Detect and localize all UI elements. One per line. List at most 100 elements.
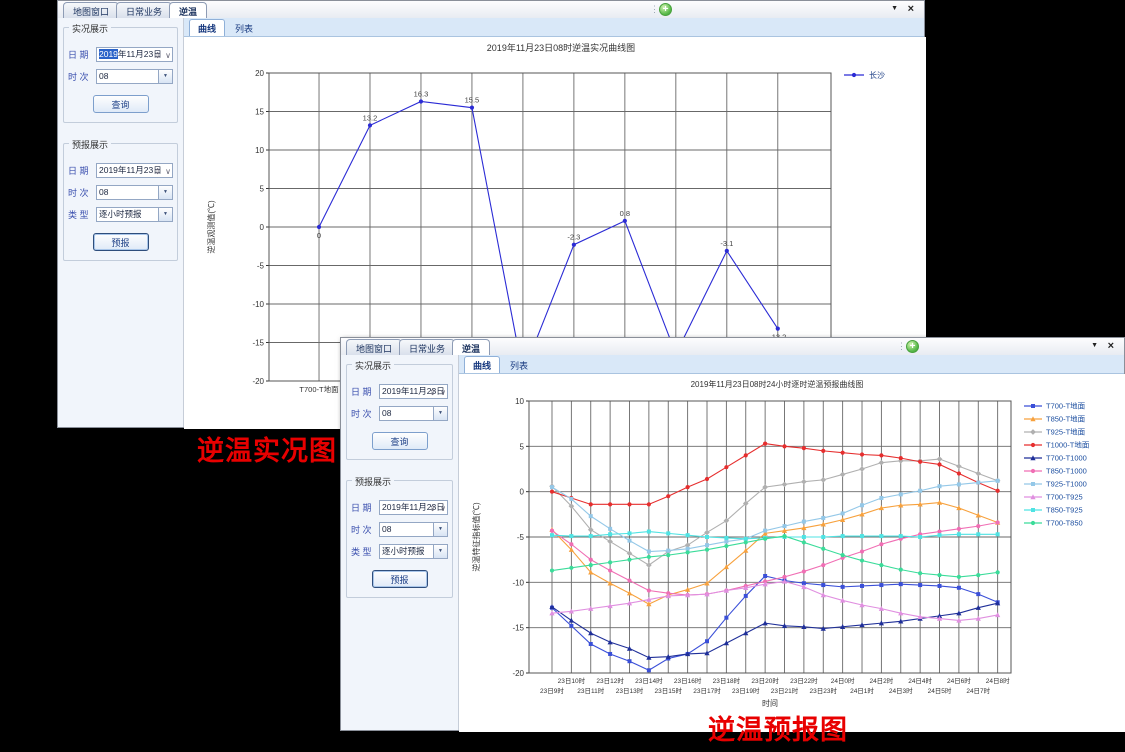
combo-dropdown-icon[interactable]: ▼	[158, 186, 172, 199]
forecast-type-combobox[interactable]: 逐小时预报 ▼	[96, 207, 173, 222]
combo-dropdown-icon[interactable]: ▼	[433, 545, 447, 558]
forecast-button[interactable]: 预报	[93, 233, 149, 251]
svg-text:T850-T1000: T850-T1000	[1046, 467, 1087, 476]
collapse-icon[interactable]: ▼	[891, 5, 898, 12]
forecast-display-group: 预报展示 日 期 2019年11月23日 ⇕ ∨ 时 次 08 ▼	[346, 480, 453, 598]
tab-inversion[interactable]: 逆温	[452, 339, 490, 355]
date-selected-text: 2019	[99, 49, 118, 59]
live-time-combobox[interactable]: 08 ▼	[96, 69, 173, 84]
svg-text:T700-T地面: T700-T地面	[1046, 401, 1086, 411]
tab-daily-business[interactable]: 日常业务	[399, 339, 455, 355]
forecast-main-panel: 曲线 列表 1050-5-10-15-2023日9时23日10时23日11时23…	[459, 355, 1124, 730]
view-tab-bar: 曲线 列表	[459, 355, 1124, 374]
forecast-button[interactable]: 预报	[372, 570, 428, 588]
svg-text:23日15时: 23日15时	[655, 686, 683, 695]
tab-curve[interactable]: 曲线	[189, 19, 225, 36]
combo-dropdown-icon[interactable]: ▼	[433, 407, 447, 420]
tab-inversion[interactable]: 逆温	[169, 2, 207, 18]
svg-text:15: 15	[255, 108, 264, 117]
svg-text:13.2: 13.2	[363, 113, 378, 122]
svg-text:23日23时: 23日23时	[810, 686, 838, 695]
tab-list[interactable]: 列表	[227, 20, 261, 36]
date-spinner-icon[interactable]: ⇕	[154, 49, 161, 62]
query-button[interactable]: 查询	[93, 95, 149, 113]
svg-text:23日16时: 23日16时	[674, 676, 702, 685]
forecast-toolbar: 地图窗口 日常业务 逆温 ⋮ + ▼ ×	[341, 338, 1124, 356]
date-dropdown-icon[interactable]: ∨	[440, 386, 446, 399]
date-dropdown-icon[interactable]: ∨	[165, 165, 171, 178]
drag-handle-icon[interactable]: ⋮	[650, 3, 659, 15]
date-label: 日 期	[68, 164, 96, 177]
live-date-input[interactable]: 2019年11月23日 ⇕ ∨	[96, 47, 173, 62]
drag-handle-icon[interactable]: ⋮	[897, 340, 906, 352]
date-label: 日 期	[351, 501, 379, 514]
combo-dropdown-icon[interactable]: ▼	[433, 523, 447, 536]
svg-text:20: 20	[255, 69, 264, 78]
svg-text:16.3: 16.3	[414, 89, 429, 98]
svg-text:-20: -20	[252, 377, 264, 386]
combo-dropdown-icon[interactable]: ▼	[158, 70, 172, 83]
svg-text:0.8: 0.8	[620, 209, 630, 218]
live-display-group: 实况展示 日 期 2019年11月23日 ⇕ ∨ 时 次 08 ▼	[346, 364, 453, 460]
time-value: 08	[382, 524, 391, 534]
live-time-combobox[interactable]: 08 ▼	[379, 406, 448, 421]
forecast-display-group: 预报展示 日 期 2019年11月23日 ⇕ ∨ 时 次 08 ▼	[63, 143, 178, 261]
forecast-sidebar: 实况展示 日 期 2019年11月23日 ⇕ ∨ 时 次 08 ▼	[341, 355, 459, 730]
close-icon[interactable]: ×	[1108, 339, 1114, 353]
svg-text:24日4时: 24日4时	[908, 676, 932, 685]
close-icon[interactable]: ×	[908, 2, 914, 16]
svg-text:T925-T地面: T925-T地面	[1046, 427, 1086, 437]
forecast-group-title: 预报展示	[352, 475, 394, 488]
forecast-chart-area: 1050-5-10-15-2023日9时23日10时23日11时23日12时23…	[459, 374, 1124, 732]
view-tab-bar: 曲线 列表	[184, 18, 924, 37]
svg-text:-20: -20	[512, 669, 524, 678]
forecast-date-input[interactable]: 2019年11月23日 ⇕ ∨	[379, 500, 448, 515]
svg-text:0: 0	[520, 488, 525, 497]
date-label: 日 期	[68, 48, 96, 61]
svg-text:24日5时: 24日5时	[928, 686, 952, 695]
forecast-time-combobox[interactable]: 08 ▼	[96, 185, 173, 200]
svg-text:23日14时: 23日14时	[635, 676, 663, 685]
time-label: 时 次	[351, 407, 379, 420]
tab-list[interactable]: 列表	[502, 357, 536, 373]
add-tab-icon[interactable]: +	[659, 3, 672, 16]
forecast-time-combobox[interactable]: 08 ▼	[379, 522, 448, 537]
live-group-title: 实况展示	[69, 22, 111, 35]
forecast-type-combobox[interactable]: 逐小时预报 ▼	[379, 544, 448, 559]
svg-text:23日18时: 23日18时	[713, 676, 741, 685]
date-spinner-icon[interactable]: ⇕	[154, 165, 161, 178]
tab-curve[interactable]: 曲线	[464, 356, 500, 373]
date-dropdown-icon[interactable]: ∨	[440, 502, 446, 515]
forecast-curve-chart: 1050-5-10-15-2023日9时23日10时23日11时23日12时23…	[459, 374, 1125, 732]
svg-text:-10: -10	[252, 300, 264, 309]
date-dropdown-icon[interactable]: ∨	[165, 49, 171, 62]
time-label: 时 次	[351, 523, 379, 536]
live-date-input[interactable]: 2019年11月23日 ⇕ ∨	[379, 384, 448, 399]
svg-text:T700-T地面: T700-T地面	[299, 384, 339, 394]
collapse-icon[interactable]: ▼	[1091, 342, 1098, 349]
svg-text:逆温观测值(℃): 逆温观测值(℃)	[206, 200, 216, 254]
svg-text:23日10时: 23日10时	[558, 676, 586, 685]
query-button[interactable]: 查询	[372, 432, 428, 450]
svg-text:15.5: 15.5	[465, 96, 480, 105]
forecast-annotation: 逆温预报图	[708, 708, 848, 747]
combo-dropdown-icon[interactable]: ▼	[158, 208, 172, 221]
svg-text:23日17时: 23日17时	[693, 686, 721, 695]
tab-map-window[interactable]: 地图窗口	[63, 2, 119, 18]
tab-map-window[interactable]: 地图窗口	[346, 339, 402, 355]
svg-text:T850-T925: T850-T925	[1046, 506, 1083, 515]
svg-text:-15: -15	[252, 339, 264, 348]
tab-daily-business[interactable]: 日常业务	[116, 2, 172, 18]
add-tab-icon[interactable]: +	[906, 340, 919, 353]
svg-text:长沙: 长沙	[869, 70, 885, 80]
svg-text:5: 5	[260, 185, 265, 194]
svg-text:24日7时: 24日7时	[966, 686, 990, 695]
date-spinner-icon[interactable]: ⇕	[429, 502, 436, 515]
svg-text:23日11时: 23日11时	[577, 686, 604, 695]
forecast-date-input[interactable]: 2019年11月23日 ⇕ ∨	[96, 163, 173, 178]
svg-text:2019年11月23日08时逆温实况曲线图: 2019年11月23日08时逆温实况曲线图	[487, 42, 635, 53]
live-display-group: 实况展示 日 期 2019年11月23日 ⇕ ∨ 时 次 08 ▼	[63, 27, 178, 123]
svg-text:23日20时: 23日20时	[751, 676, 779, 685]
svg-text:T850-T地面: T850-T地面	[1046, 414, 1086, 424]
date-spinner-icon[interactable]: ⇕	[429, 386, 436, 399]
